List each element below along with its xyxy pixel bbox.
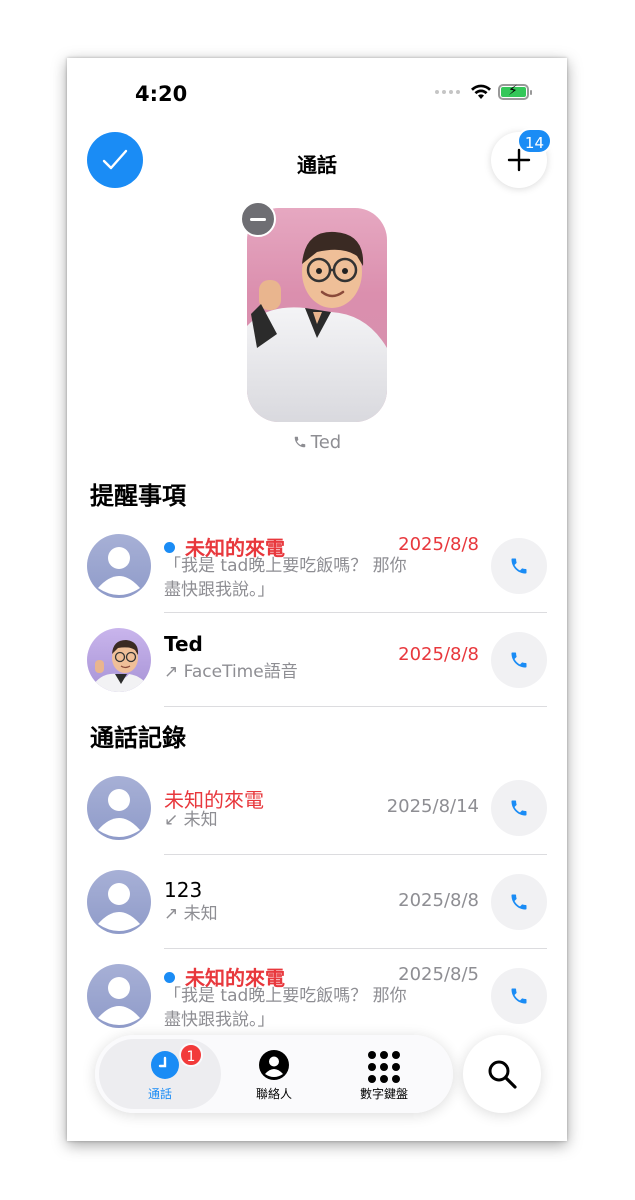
favorite-card[interactable]	[247, 208, 387, 422]
signal-dots-icon	[435, 90, 460, 94]
phone-icon	[511, 558, 527, 574]
call-button[interactable]	[491, 538, 547, 594]
phone-icon	[511, 652, 527, 668]
call-date: 2025/8/8	[398, 890, 479, 911]
phone-icon	[511, 988, 527, 1004]
transcript-line-2: 盡快跟我說。」	[164, 1010, 275, 1030]
person-icon	[98, 547, 140, 595]
call-button[interactable]	[491, 968, 547, 1024]
divider	[164, 854, 547, 855]
list-item[interactable]: Ted ↗ FaceTime語音 2025/8/8	[67, 622, 567, 707]
person-icon	[98, 977, 140, 1025]
list-item[interactable]: 未知的來電 「我是 tad晚上要吃飯嗎？ 那你 盡快跟我說。」 2025/8/8	[67, 528, 567, 613]
caller-name: 123	[164, 878, 203, 902]
call-date: 2025/8/14	[386, 796, 479, 817]
wifi-icon	[471, 84, 491, 99]
favorite-name: Ted	[67, 432, 567, 453]
minus-icon	[250, 217, 266, 221]
call-date: 2025/8/8	[398, 534, 479, 555]
divider	[164, 706, 547, 707]
tab-calls[interactable]: 1 通話	[105, 1035, 215, 1113]
call-button[interactable]	[491, 780, 547, 836]
section-title-recents: 通話記錄	[90, 724, 186, 752]
tab-contacts-label: 聯絡人	[255, 1087, 292, 1101]
voicemail-transcript: 「我是 tad晚上要吃飯嗎？ 那你 盡快跟我說。」	[164, 554, 407, 602]
transcript-line-1: 「我是 tad晚上要吃飯嗎？ 那你	[164, 556, 407, 576]
search-icon	[488, 1060, 517, 1089]
call-button[interactable]	[491, 632, 547, 688]
caller-name: Ted	[164, 632, 203, 656]
tab-keypad[interactable]: 數字鍵盤	[329, 1035, 439, 1113]
person-icon	[98, 883, 140, 931]
add-button-badge: 14	[516, 128, 552, 154]
tab-calls-label: 通話	[147, 1087, 172, 1101]
list-item[interactable]: 未知的來電 「我是 tad晚上要吃飯嗎？ 那你 盡快跟我說。」 2025/8/5	[67, 958, 567, 1042]
tab-keypad-label: 數字鍵盤	[359, 1087, 408, 1101]
avatar	[87, 964, 151, 1028]
unread-dot	[164, 972, 175, 983]
list-item[interactable]: 123 ↗ 未知 2025/8/8	[67, 864, 567, 949]
phone-icon	[511, 894, 527, 910]
call-button[interactable]	[491, 874, 547, 930]
call-type: ↗ 未知	[164, 904, 218, 924]
tab-calls-badge: 1	[179, 1043, 203, 1067]
phone-screen: 4:20 ⚡ 通話 14 Ted 提醒事項 未知的來電 「我是 tad晚上要吃飯…	[67, 58, 567, 1141]
transcript-line-1: 「我是 tad晚上要吃飯嗎？ 那你	[164, 986, 407, 1006]
tab-bar: 1 通話 聯絡人 數字鍵盤	[95, 1035, 453, 1113]
tab-contacts[interactable]: 聯絡人	[219, 1035, 329, 1113]
person-icon	[98, 789, 140, 837]
remove-favorite-button[interactable]	[240, 201, 276, 237]
avatar	[87, 534, 151, 598]
keypad-icon	[368, 1051, 400, 1083]
avatar	[87, 870, 151, 934]
favorite-name-label: Ted	[310, 432, 342, 453]
battery-icon: ⚡	[498, 83, 532, 100]
list-item[interactable]: 未知的來電 ↙ 未知 2025/8/14	[67, 770, 567, 855]
section-title-reminders: 提醒事項	[90, 482, 186, 510]
call-type: ↙ 未知	[164, 810, 218, 830]
divider	[164, 948, 547, 949]
person-circle-icon	[259, 1050, 289, 1080]
divider	[164, 612, 547, 613]
call-date: 2025/8/5	[398, 964, 479, 985]
memoji-avatar	[91, 640, 151, 692]
voicemail-transcript: 「我是 tad晚上要吃飯嗎？ 那你 盡快跟我說。」	[164, 984, 407, 1032]
transcript-line-2: 盡快跟我說。」	[164, 580, 275, 600]
memoji-avatar	[247, 231, 387, 422]
call-date: 2025/8/8	[398, 644, 479, 665]
avatar	[87, 776, 151, 840]
unread-dot	[164, 542, 175, 553]
phone-icon	[294, 436, 306, 448]
search-button[interactable]	[463, 1035, 541, 1113]
avatar	[87, 628, 151, 692]
call-type: ↗ FaceTime語音	[164, 662, 298, 682]
status-icons: ⚡	[435, 83, 532, 100]
clock-icon	[151, 1051, 179, 1079]
phone-icon	[511, 800, 527, 816]
status-time: 4:20	[135, 82, 188, 106]
